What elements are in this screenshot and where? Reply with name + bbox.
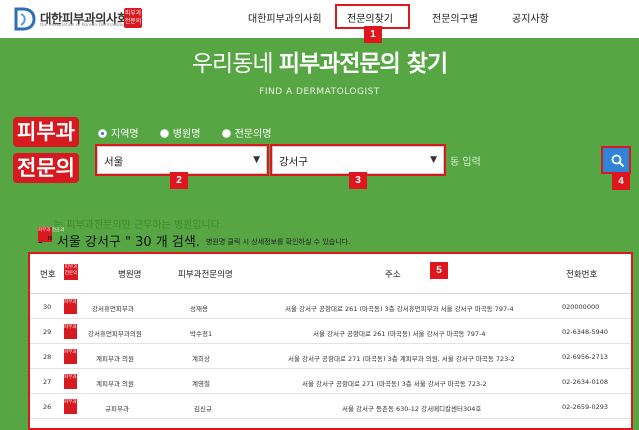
step-badge-2: 2 [170, 172, 188, 189]
radio-unchecked-icon [159, 129, 169, 138]
table-header: 번호 피부과 전문의 병원명 피부과전문의명 주소 전화번호 [30, 254, 631, 294]
row-doctor: 계영철 [192, 380, 210, 388]
row-no: 29 [43, 328, 52, 336]
row-no: 27 [43, 378, 52, 386]
col-doctor: 피부과전문의명 [178, 270, 233, 280]
table-row[interactable]: 28 피부과 전문의 계피부과 의원 계희상 서울 강서구 공항대로 271 (… [30, 344, 631, 369]
col-phone: 전화번호 [566, 270, 598, 280]
dermatologist-seal-icon: 피부과 전문의 [64, 399, 90, 414]
dermatologist-seal-icon: 피부과 전문의 [64, 299, 90, 314]
search-icon [611, 154, 625, 168]
row-doctor: 김신규 [194, 405, 212, 413]
hero-subtitle: FIND A DERMATOLOGIST [259, 87, 380, 97]
radio-doctor-label: 전문의명 [234, 129, 272, 140]
dermatologist-seal-icon: 피부과 전문의 [64, 374, 90, 389]
row-address: 서울 강서구 공항대로 271 (마곡동) 3층 서울 강서구 마곡동 723-… [302, 380, 487, 388]
table-row[interactable]: 29 피부과 전문의 강서휴먼피부과의원 박수정1 서울 강서구 공항대로 26… [30, 319, 631, 344]
row-hospital[interactable]: 규피부과 [105, 403, 129, 413]
radio-doctor[interactable]: 전문의명 [221, 125, 272, 140]
search-button[interactable] [601, 146, 631, 174]
side-label: 피부과 전문의 [13, 117, 88, 185]
col-address: 주소 [385, 270, 401, 280]
table-row[interactable]: 27 피부과 전문의 계피부과 의원 계영철 서울 강서구 공항대로 271 (… [30, 369, 631, 394]
row-phone: 02-2634-0108 [562, 378, 609, 386]
radio-unchecked-icon [221, 129, 231, 138]
row-no: 26 [43, 403, 52, 411]
hero-title-bold: 피부과전문의 찾기 [278, 51, 448, 77]
nav-notice[interactable]: 공지사항 [512, 10, 549, 25]
row-no: 30 [43, 303, 52, 311]
result-count: - " 서울 강서구 " 30 개 검색. 병원명 클릭 시 상세정보를 확인하실… [38, 231, 350, 250]
row-phone: 02-6348-5940 [562, 328, 609, 336]
table-row[interactable]: 30 피부과 전문의 강서휴먼피부과 성재용 서울 강서구 공항대로 261 (… [30, 294, 631, 319]
nav-specialist-identification[interactable]: 전문의구별 [432, 10, 478, 25]
col-no: 번호 [40, 270, 56, 280]
row-address: 서울 강서구 공항대로 261 (마곡동) 서울 강서구 마곡동 797-4 [313, 330, 486, 338]
step-badge-3: 3 [349, 172, 367, 189]
seal-legend-text: 는 피부과전문의만 근무하는 병원입니다. [54, 220, 224, 231]
search-type-radio-group: 지역명 병원명 전문의명 [98, 125, 289, 140]
result-count-text: - " 서울 강서구 " 30 개 검색. [38, 235, 200, 250]
row-phone: 02-6956-2713 [562, 353, 609, 361]
radio-region-label: 지역명 [111, 129, 139, 140]
row-address: 서울 강서구 등촌동 630-12 강서메디칼센터304호 [342, 405, 482, 413]
dermatologist-seal-icon: 피부과 전문의 [64, 349, 90, 364]
row-hospital[interactable]: 계피부과 의원 [96, 378, 134, 388]
row-hospital[interactable]: 계피부과 의원 [96, 353, 134, 363]
row-no: 28 [43, 353, 52, 361]
radio-hospital-label: 병원명 [172, 129, 201, 140]
hero-title: 우리동네 피부과전문의 찾기 [0, 44, 639, 78]
nav-association[interactable]: 대한피부과의사회 [248, 10, 322, 25]
results-table: 번호 피부과 전문의 병원명 피부과전문의명 주소 전화번호 5 30 피부과 … [28, 252, 633, 430]
row-address: 서울 강서구 공항대로 271 (마곡동) 3층 계피부과 의원, 서울 강서구… [288, 355, 515, 363]
row-phone: 020000000 [562, 303, 600, 311]
step-badge-4: 4 [612, 173, 630, 190]
col-hospital: 병원명 [118, 270, 142, 280]
logo-subtitle: the Association of Korean Dermatologists [40, 23, 133, 28]
dermatologist-seal-icon: 피부과 전문의 [64, 324, 90, 339]
dong-input[interactable]: 동 입력 [447, 146, 597, 174]
row-doctor: 박수정1 [190, 330, 213, 338]
dermatologist-seal-icon: 피부과 전문의 [124, 8, 142, 28]
radio-checked-icon [98, 129, 107, 138]
side-label-line2: 전문의 [13, 153, 79, 183]
row-phone: 02-2659-0293 [562, 403, 609, 411]
top-header: 대한피부과의사회 the Association of Korean Derma… [0, 0, 639, 38]
table-row[interactable]: 26 피부과 전문의 규피부과 김신규 서울 강서구 등촌동 630-12 강서… [30, 394, 631, 419]
row-hospital[interactable]: 강서휴먼피부과 [92, 303, 134, 313]
row-doctor: 성재용 [190, 305, 208, 313]
result-hint: 병원명 클릭 시 상세정보를 확인하실 수 있습니다. [205, 238, 351, 246]
radio-region[interactable]: 지역명 [98, 125, 139, 140]
row-address: 서울 강서구 공항대로 261 (마곡동) 3층 강서휴먼피부과 서울 강서구 … [285, 305, 514, 313]
row-hospital[interactable]: 강서휴먼피부과의원 [88, 328, 142, 338]
row-doctor: 계희상 [192, 355, 210, 363]
hero-title-light: 우리동네 [191, 51, 274, 77]
step-badge-1: 1 [364, 26, 382, 43]
logo-icon [14, 7, 36, 31]
col-seal-icon: 피부과 전문의 [64, 264, 78, 280]
side-label-line1: 피부과 [13, 117, 79, 147]
step-badge-5: 5 [430, 262, 448, 279]
radio-hospital[interactable]: 병원명 [159, 125, 201, 140]
